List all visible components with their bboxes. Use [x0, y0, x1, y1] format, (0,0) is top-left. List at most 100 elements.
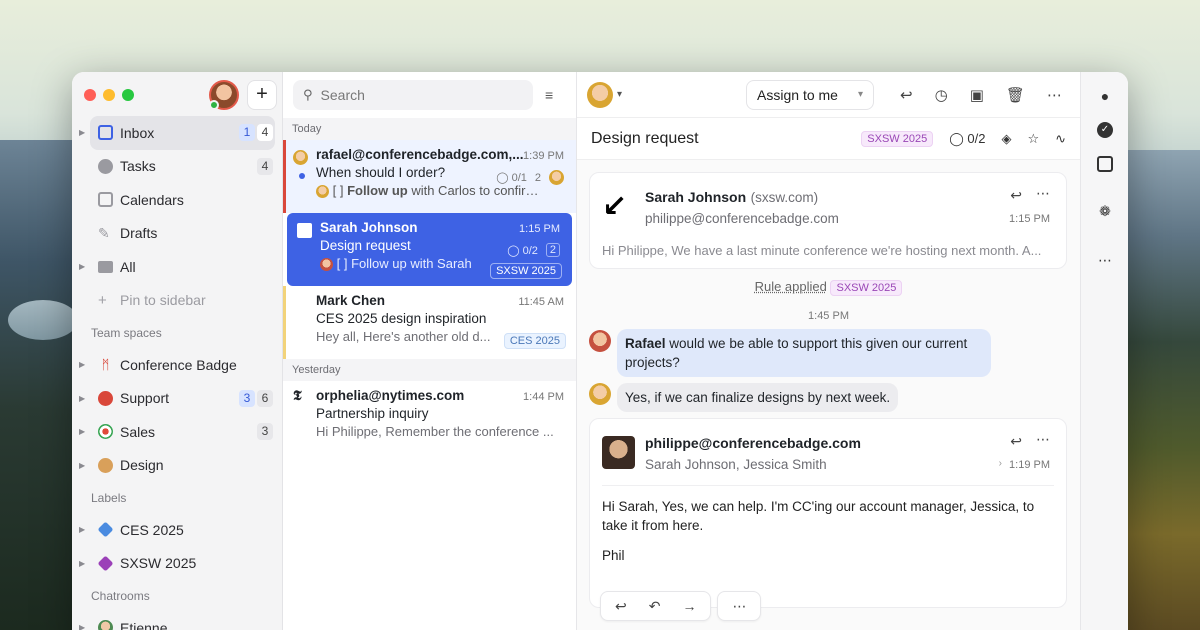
expand-caret-icon[interactable]: ▶ — [79, 262, 85, 271]
sidebar-item-tasks[interactable]: Tasks 4 — [72, 150, 283, 184]
email-preview: Hi Philippe, We have a last minute confe… — [602, 243, 1042, 258]
expand-caret-icon[interactable]: ▶ — [79, 394, 85, 403]
plus-icon: + — [98, 291, 107, 309]
archive-icon[interactable]: ▣ — [970, 86, 984, 104]
expand-caret-icon[interactable]: ▶ — [79, 427, 85, 436]
list-item[interactable]: 𝕿 orphelia@nytimes.com 1:44 PM Partnersh… — [283, 381, 576, 454]
sidebar-item-drafts[interactable]: ✎ Drafts — [72, 217, 283, 251]
sidebar-item-all[interactable]: ▶ All — [72, 250, 283, 284]
reply-icon[interactable]: ↩ — [1010, 187, 1022, 204]
sidebar-nav: ▶ Inbox 1 4 Tasks 4 Calendars ✎ Drafts ▶… — [72, 116, 283, 630]
search-row: ⚲ Search ≡ — [283, 72, 576, 118]
reply-icon[interactable]: ↶ — [649, 598, 661, 615]
recipient: philippe@conferencebadge.com — [645, 211, 839, 226]
chevron-down-icon[interactable]: ▾ — [617, 89, 622, 100]
star-icon[interactable]: ☆ — [1027, 131, 1039, 147]
label-tag[interactable]: SXSW 2025 — [490, 263, 562, 279]
reply-all-icon[interactable]: ↩ — [1010, 433, 1022, 450]
chevron-right-icon[interactable]: › — [999, 458, 1002, 469]
tag-icon — [97, 521, 114, 538]
chat-text: would we be able to support this given o… — [625, 336, 968, 370]
more-icon[interactable]: ⋯ — [1036, 185, 1050, 202]
calendar-icon[interactable] — [1097, 156, 1113, 172]
sender-email: philippe@conferencebadge.com — [645, 435, 861, 451]
rule-applied-row: Rule applied SXSW 2025 — [577, 279, 1080, 296]
more-actions-button[interactable]: ⋯ — [717, 591, 762, 621]
expand-caret-icon[interactable]: ▶ — [79, 623, 85, 630]
rule-applied-text[interactable]: Rule applied — [755, 279, 827, 294]
palette-emoji-icon — [98, 457, 113, 473]
email-card-philippe[interactable]: philippe@conferencebadge.com Sarah Johns… — [589, 418, 1067, 621]
expand-caret-icon[interactable]: ▶ — [79, 461, 85, 470]
expand-caret-icon[interactable]: ▶ — [79, 360, 85, 369]
forward-icon[interactable]: → — [682, 598, 696, 614]
trash-icon[interactable]: 🗑 — [1006, 86, 1025, 104]
sidebar-item-chatroom-etienne[interactable]: ▶ Etienne — [72, 611, 283, 630]
count-badge: 3 — [257, 423, 273, 441]
reply-all-icon[interactable]: ↩ — [615, 598, 627, 615]
tag-icon[interactable]: ◈ — [1001, 131, 1011, 147]
more-icon[interactable]: ⋯ — [1047, 86, 1062, 104]
email-header: Sarah Johnson (sxsw.com) — [645, 189, 818, 207]
email-card-sarah[interactable]: ↙ Sarah Johnson (sxsw.com) philippe@conf… — [589, 172, 1067, 269]
philippe-avatar — [602, 436, 635, 469]
sidebar-item-inbox[interactable]: ▶ Inbox 1 4 — [79, 116, 275, 150]
thread-actions: SXSW 2025 ◯ 0/2 ◈ ☆ ∿ — [861, 130, 1066, 147]
task-progress: ◯ 0/2 — [507, 244, 538, 257]
expand-caret-icon[interactable]: ▶ — [79, 559, 85, 568]
label-tag[interactable]: SXSW 2025 — [830, 280, 903, 296]
sidebar-item-label-ces-2025[interactable]: ▶ CES 2025 — [72, 513, 283, 547]
ai-assistant-icon[interactable]: ❁ — [1097, 203, 1113, 219]
hide-eye-icon[interactable]: ∿ — [1055, 131, 1066, 147]
calendar-icon — [98, 192, 113, 208]
labels-heading: Labels — [91, 490, 127, 505]
search-input[interactable]: ⚲ Search — [293, 80, 533, 110]
tasks-check-icon[interactable]: ✓ — [1097, 122, 1113, 138]
compose-button[interactable]: + — [247, 80, 277, 110]
more-icon[interactable]: ⋯ — [1036, 431, 1050, 448]
sender-avatar — [293, 150, 308, 165]
minimize-window-button[interactable] — [103, 89, 115, 101]
label-tag[interactable]: CES 2025 — [503, 333, 566, 349]
message-meta: ◯ 0/1 2 — [496, 170, 564, 185]
expand-caret-icon[interactable]: ▶ — [79, 525, 85, 534]
zoom-window-button[interactable] — [122, 89, 134, 101]
thread-count: 2 — [534, 171, 541, 184]
sidebar-item-label-sxsw-2025[interactable]: ▶ SXSW 2025 — [72, 547, 283, 581]
label-tag[interactable]: SXSW 2025 — [861, 130, 934, 147]
sender-logo-icon: ↙ — [602, 190, 628, 223]
background-lake — [8, 300, 78, 340]
background-mountain-left — [0, 140, 80, 630]
team-spaces-heading: Team spaces — [91, 325, 162, 340]
sidebar: + ▶ Inbox 1 4 Tasks 4 Calendars ✎ Drafts… — [72, 72, 283, 630]
more-icon[interactable]: ⋯ — [1097, 252, 1113, 268]
sender-domain: (sxsw.com) — [750, 190, 819, 205]
inbox-icon — [98, 125, 113, 141]
expand-caret-icon[interactable]: ▶ — [79, 128, 85, 137]
email-body: Hi Sarah, Yes, we can help. I'm CC'ing o… — [602, 499, 1035, 533]
unread-count-badge: 3 — [239, 389, 255, 407]
task-progress[interactable]: ◯ 0/2 — [949, 131, 985, 147]
close-window-button[interactable] — [84, 89, 96, 101]
contact-person-icon[interactable]: ● — [1097, 88, 1113, 104]
filter-icon[interactable]: ≡ — [545, 87, 553, 103]
pin-to-sidebar-button[interactable]: + Pin to sidebar — [72, 284, 283, 318]
sidebar-item-design[interactable]: ▶ Design — [72, 449, 283, 483]
reply-all-icon[interactable]: ↩ — [900, 86, 913, 104]
assign-dropdown[interactable]: Assign to me ▾ — [746, 79, 875, 110]
sidebar-item-label: SXSW 2025 — [120, 555, 197, 572]
snooze-clock-icon[interactable]: ◷ — [935, 86, 948, 104]
list-item[interactable]: rafael@conferencebadge.com,... 1:39 PM W… — [283, 140, 576, 213]
sidebar-item-support[interactable]: ▶ Support 3 6 — [72, 382, 283, 416]
assignee-avatar — [549, 170, 564, 185]
list-item[interactable]: Mark Chen 11:45 AM CES 2025 design inspi… — [283, 286, 576, 359]
message-subject: Partnership inquiry — [316, 406, 429, 421]
list-item-selected[interactable]: Sarah Johnson 1:15 PM Design request ◯ 0… — [287, 213, 572, 286]
assignee-avatar[interactable] — [587, 81, 613, 108]
sidebar-item-calendars[interactable]: Calendars — [72, 183, 283, 217]
sidebar-item-sales[interactable]: ▶ Sales 3 — [72, 415, 283, 449]
search-placeholder: Search — [320, 87, 365, 103]
right-rail: ● ✓ ❁ ⋯ — [1080, 72, 1128, 630]
sidebar-item-conference-badge[interactable]: ▶ ᛗ Conference Badge — [72, 348, 283, 382]
reply-button-group: ↩ ↶ → — [600, 591, 712, 621]
